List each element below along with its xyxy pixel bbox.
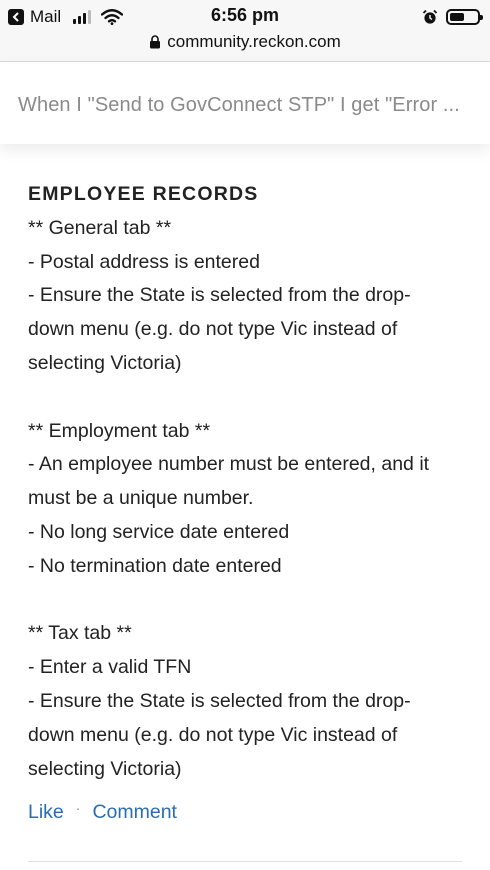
divider	[28, 861, 462, 862]
employment-tab-line: - No termination date entered	[28, 554, 282, 577]
employment-tab-line: - An employee number must be entered, an…	[28, 453, 430, 476]
post-body: EMPLOYEE RECORDS ** General tab ** - Pos…	[28, 178, 468, 786]
general-tab-line: - Postal address is entered	[28, 250, 260, 273]
general-tab-line: selecting Victoria)	[28, 351, 182, 374]
alarm-icon	[422, 9, 438, 25]
general-tab-line: down menu (e.g. do not type Vic instead …	[28, 318, 398, 341]
tax-tab-line: - Enter a valid TFN	[28, 656, 192, 679]
action-separator: ·	[75, 800, 81, 816]
employment-tab-line: - No long service date entered	[28, 520, 290, 543]
url-bar[interactable]: community.reckon.com	[0, 30, 490, 54]
section-heading: EMPLOYEE RECORDS	[28, 183, 259, 205]
general-tab-line: - Ensure the State is selected from the …	[28, 284, 411, 307]
tax-tab-line: - Ensure the State is selected from the …	[28, 689, 411, 712]
tax-tab-title: ** Tax tab **	[28, 622, 132, 645]
battery-icon	[446, 9, 483, 25]
status-time: 6:56 pm	[210, 5, 280, 25]
page-title[interactable]: When I "Send to GovConnect STP" I get "E…	[18, 94, 468, 117]
thread-title-bar: When I "Send to GovConnect STP" I get "E…	[0, 62, 490, 144]
post-actions: Like · Comment	[28, 797, 177, 827]
employment-tab-title: ** Employment tab **	[28, 419, 211, 442]
url-text[interactable]: community.reckon.com	[167, 32, 341, 52]
comment-link[interactable]: Comment	[92, 801, 177, 824]
browser-chrome: Mail 6:56 pm community.reckon.com	[0, 0, 490, 62]
lock-icon	[149, 35, 161, 49]
like-link[interactable]: Like	[28, 801, 64, 824]
general-tab-title: ** General tab **	[28, 216, 172, 239]
employment-tab-line: must be a unique number.	[28, 487, 254, 510]
tax-tab-line: selecting Victoria)	[28, 757, 182, 780]
status-right	[422, 6, 483, 28]
tax-tab-line: down menu (e.g. do not type Vic instead …	[28, 723, 398, 746]
